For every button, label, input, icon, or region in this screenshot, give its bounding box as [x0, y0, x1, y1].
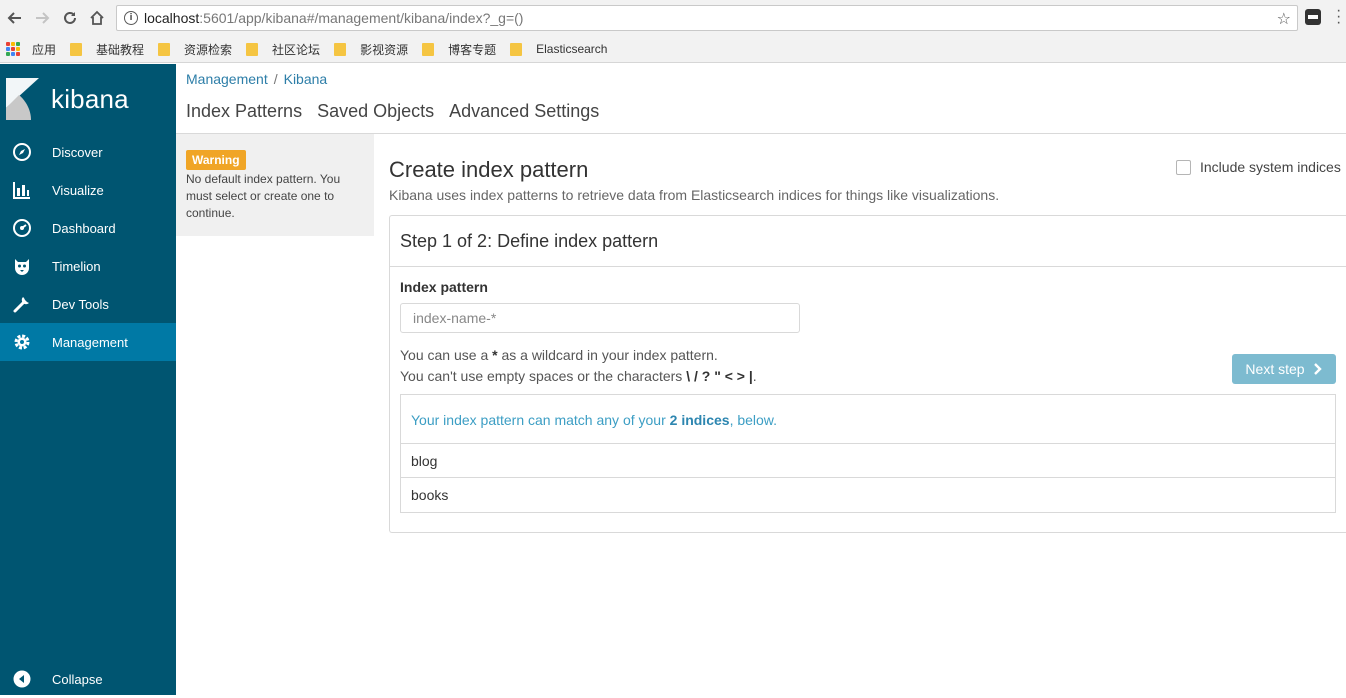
url-text: localhost:5601/app/kibana#/management/ki… — [144, 10, 524, 26]
breadcrumb: Management / Kibana — [186, 71, 327, 87]
index-pattern-label: Index pattern — [400, 279, 488, 295]
kibana-sidebar: kibana Discover Visualize Dashboard Time… — [0, 64, 176, 695]
nav-label: Timelion — [52, 258, 101, 274]
management-tabs: Index Patterns Saved Objects Advanced Se… — [186, 101, 614, 122]
page-title: Create index pattern — [389, 157, 589, 182]
nav-timelion[interactable]: Timelion — [0, 247, 176, 285]
gear-icon — [14, 334, 30, 350]
match-text: , below. — [729, 412, 778, 428]
collapse-label: Collapse — [52, 671, 103, 687]
bookmark-folder[interactable]: 基础教程 — [70, 41, 144, 58]
extension-icon[interactable] — [1305, 9, 1321, 25]
nav-label: Discover — [52, 144, 103, 160]
nav-label: Visualize — [52, 182, 104, 198]
index-row-books: books — [411, 487, 449, 503]
folder-icon — [246, 42, 259, 56]
compass-icon — [13, 143, 31, 161]
bookmark-star-icon[interactable]: ☆ — [1277, 9, 1291, 29]
bookmark-folder[interactable]: 社区论坛 — [246, 41, 320, 58]
hint-forbidden-chars: \ / ? " < > | — [686, 368, 753, 384]
nav-label: Dashboard — [52, 220, 116, 236]
bookmark-label: 博客专题 — [448, 42, 497, 57]
next-step-label: Next step — [1245, 361, 1305, 377]
nav-label: Management — [52, 334, 128, 350]
include-system-indices-label: Include system indices — [1200, 159, 1341, 175]
bookmark-label: 社区论坛 — [272, 42, 321, 57]
browser-menu-icon[interactable]: · · · — [1336, 3, 1341, 31]
match-count: 2 indices — [669, 412, 730, 428]
next-step-button[interactable]: Next step — [1232, 354, 1336, 384]
folder-icon — [158, 42, 171, 56]
apps-grid-icon — [6, 42, 20, 56]
bookmark-label: 资源检索 — [184, 42, 233, 57]
address-bar[interactable]: i localhost:5601/app/kibana#/management/… — [116, 5, 1298, 31]
browser-toolbar: i localhost:5601/app/kibana#/management/… — [0, 0, 1346, 36]
nav-label: Dev Tools — [52, 296, 109, 312]
chevron-right-icon — [1313, 363, 1322, 375]
include-system-indices-checkbox[interactable] — [1176, 159, 1191, 175]
define-index-pattern-card: Step 1 of 2: Define index pattern Index … — [389, 215, 1346, 533]
tab-index-patterns[interactable]: Index Patterns — [186, 101, 302, 122]
warning-text: No default index pattern. You must selec… — [186, 172, 341, 220]
hint-text: . — [752, 368, 757, 384]
timelion-icon — [15, 259, 29, 275]
folder-icon — [334, 42, 347, 56]
bookmark-apps[interactable]: 应用 — [0, 41, 56, 58]
folder-icon — [70, 42, 83, 56]
wrench-icon — [13, 297, 29, 313]
tab-saved-objects[interactable]: Saved Objects — [317, 101, 434, 122]
forward-arrow-icon[interactable] — [31, 7, 53, 29]
hint-text: You can't use empty spaces or the charac… — [400, 368, 687, 384]
nav-dashboard[interactable]: Dashboard — [0, 209, 176, 247]
folder-icon — [510, 42, 523, 56]
match-summary: Your index pattern can match any of your… — [401, 395, 1335, 444]
bookmark-folder[interactable]: 博客专题 — [422, 41, 496, 58]
folder-icon — [422, 42, 435, 56]
hint-text: You can use a — [400, 347, 493, 363]
nav-dev-tools[interactable]: Dev Tools — [0, 285, 176, 323]
bookmark-label: 基础教程 — [96, 42, 145, 57]
index-row-blog: blog — [401, 444, 1335, 478]
nav-management[interactable]: Management — [0, 323, 176, 361]
back-arrow-icon[interactable] — [4, 7, 26, 29]
collapse-arrow-icon — [13, 670, 31, 688]
kibana-logo-icon — [6, 78, 39, 120]
gauge-icon — [13, 219, 31, 237]
bookmark-label: 应用 — [32, 42, 57, 57]
bookmark-folder[interactable]: 资源检索 — [158, 41, 232, 58]
matching-indices-list: Your index pattern can match any of your… — [400, 394, 1336, 513]
nav-discover[interactable]: Discover — [0, 133, 176, 171]
warning-panel: Warning No default index pattern. You mu… — [176, 134, 374, 236]
step-heading: Step 1 of 2: Define index pattern — [390, 216, 1346, 267]
bookmark-folder[interactable]: Elasticsearch — [510, 42, 607, 56]
tab-advanced-settings[interactable]: Advanced Settings — [449, 101, 599, 122]
collapse-button[interactable]: Collapse — [0, 660, 176, 698]
logo-text: kibana — [51, 83, 129, 114]
site-info-icon[interactable]: i — [124, 11, 138, 25]
breadcrumb-management[interactable]: Management — [186, 71, 268, 87]
hint-text: as a wildcard in your index pattern. — [497, 347, 718, 363]
kibana-logo[interactable]: kibana — [6, 78, 176, 120]
bookmark-label: Elasticsearch — [536, 42, 608, 56]
wildcard-hint: You can use a * as a wildcard in your in… — [400, 345, 757, 387]
bookmark-folder[interactable]: 影视资源 — [334, 41, 408, 58]
breadcrumb-separator: / — [273, 71, 278, 87]
index-pattern-input[interactable] — [400, 303, 800, 333]
breadcrumb-kibana[interactable]: Kibana — [284, 71, 328, 87]
bar-chart-icon — [13, 182, 30, 199]
nav-visualize[interactable]: Visualize — [0, 171, 176, 209]
include-system-indices-toggle[interactable]: Include system indices — [1176, 159, 1341, 175]
bookmark-label: 影视资源 — [360, 42, 409, 57]
match-text: Your index pattern can match any of your — [411, 412, 670, 428]
bookmarks-bar: 应用 基础教程 资源检索 社区论坛 影视资源 博客专题 Elasticsearc… — [0, 36, 1346, 63]
page-subtitle: Kibana uses index patterns to retrieve d… — [389, 187, 1000, 203]
reload-icon[interactable] — [59, 7, 81, 29]
warning-badge: Warning — [186, 150, 246, 170]
home-icon[interactable] — [86, 7, 108, 29]
